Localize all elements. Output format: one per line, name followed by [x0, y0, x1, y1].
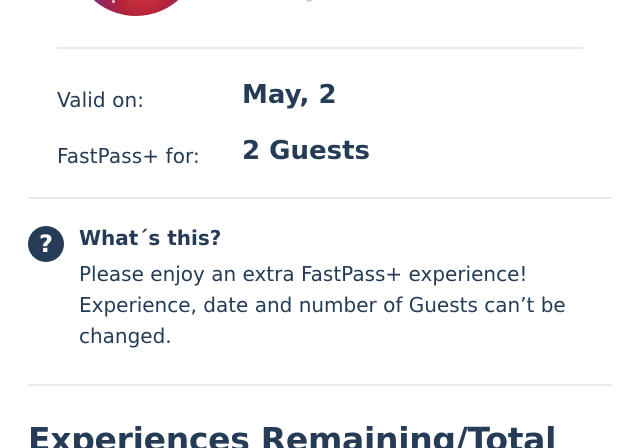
help-description-line: Experience, date and number of Guests ca… — [79, 293, 566, 348]
image-sparkle — [112, 0, 115, 3]
question-circle-icon: ? — [28, 226, 64, 262]
fastpass-for-value: 2 Guests — [242, 136, 371, 166]
valid-on-value: May, 2 — [242, 80, 337, 110]
help-description: Please enjoy an extra FastPass+ experien… — [79, 259, 599, 352]
fastpass-for-label: FastPass+ for: — [57, 144, 200, 168]
divider — [28, 384, 612, 386]
help-description-line: Please enjoy an extra FastPass+ experien… — [79, 262, 528, 286]
divider — [57, 47, 583, 49]
experience-image — [72, 0, 200, 16]
divider — [28, 197, 612, 199]
valid-on-label: Valid on: — [57, 88, 145, 112]
header-text-fragment — [306, 0, 312, 2]
experiences-remaining-heading: Experiences Remaining/Total — [28, 420, 557, 448]
help-title: What´s this? — [79, 226, 222, 250]
fastpass-detail-page: Valid on: May, 2 FastPass+ for: 2 Guests… — [0, 0, 640, 448]
